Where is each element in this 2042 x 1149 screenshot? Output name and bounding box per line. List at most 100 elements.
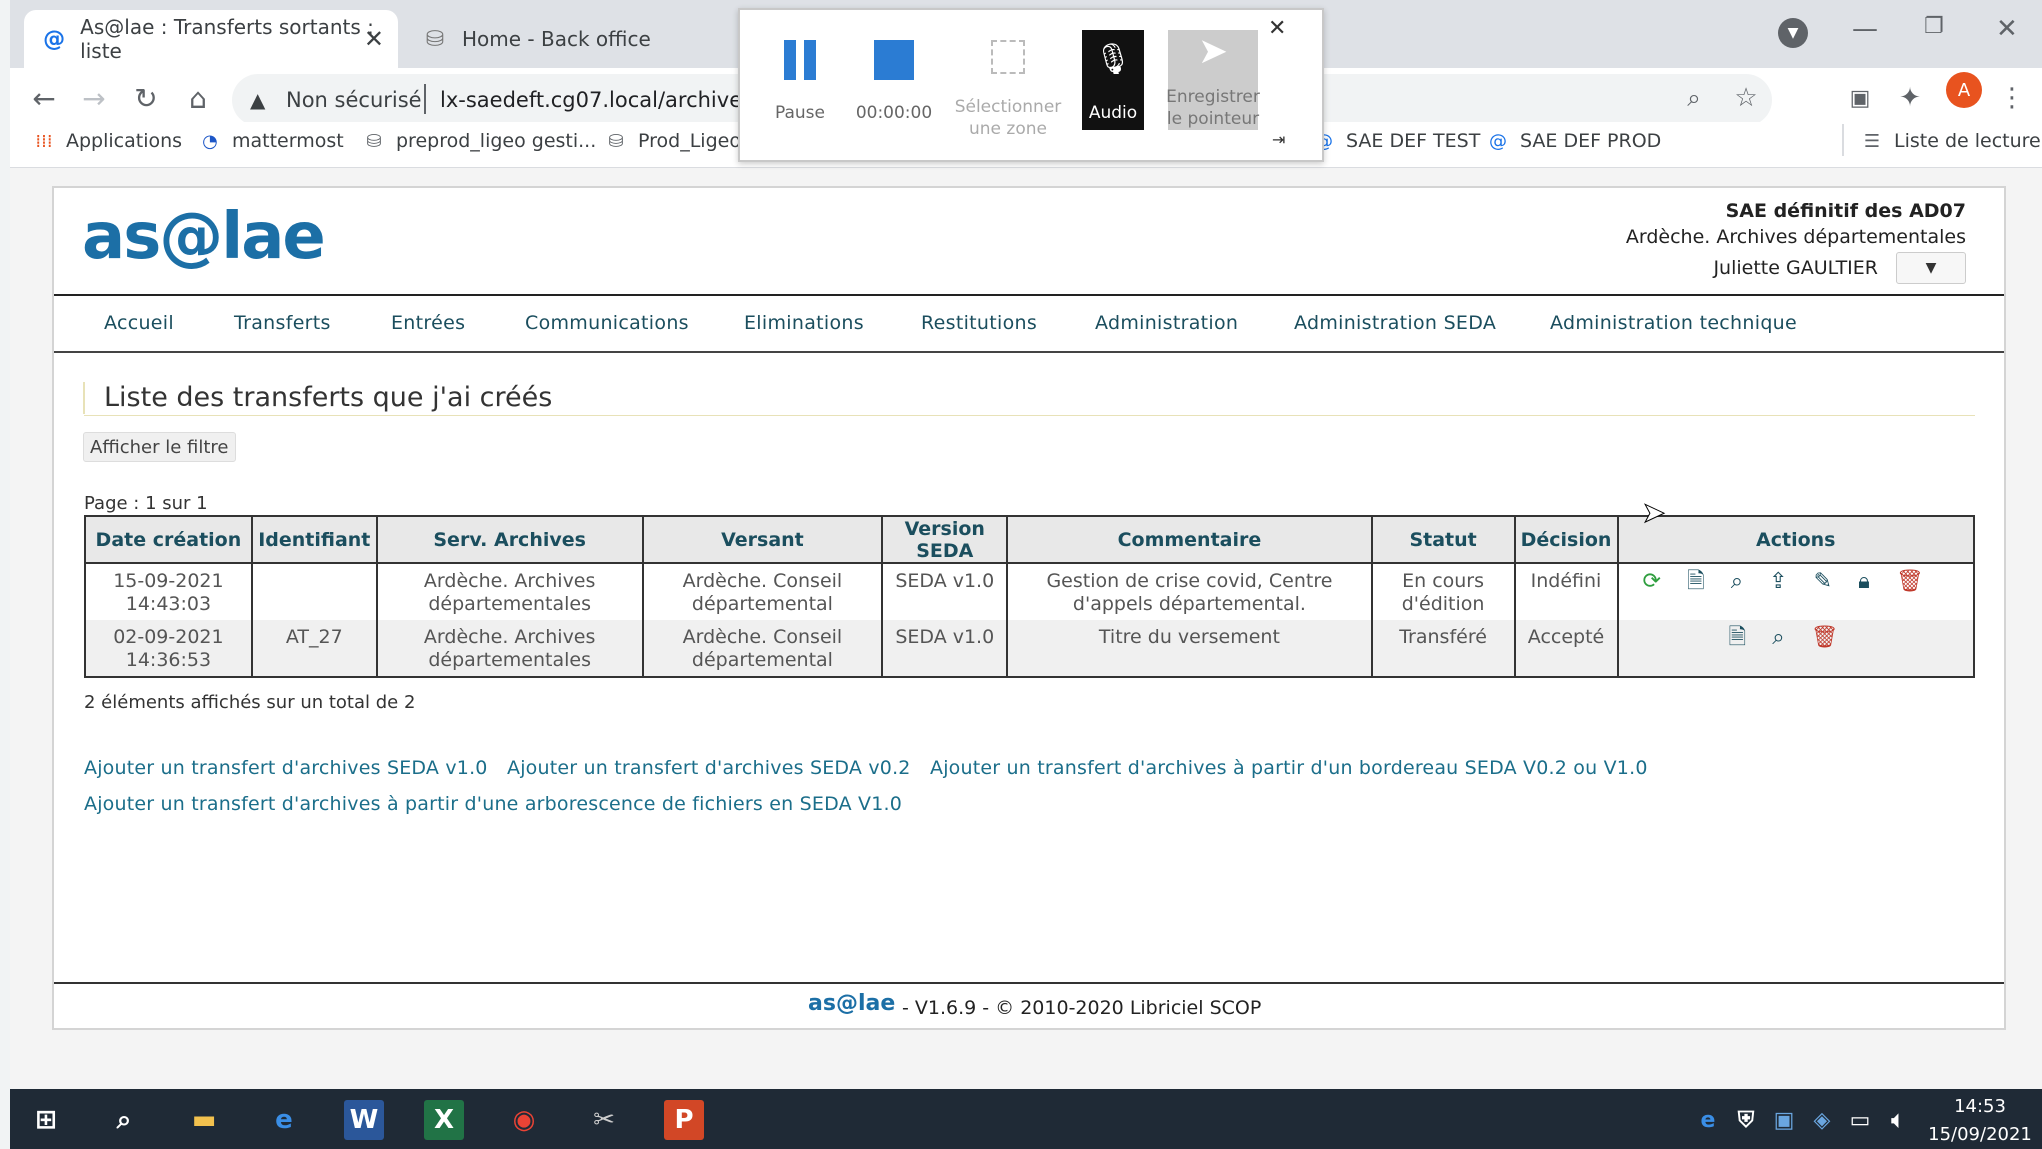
volume-icon[interactable]: 🔈︎: [1878, 1100, 1918, 1140]
powerpoint-icon[interactable]: P: [664, 1100, 704, 1140]
cell-identifiant: [250, 563, 378, 620]
bookmark-star-icon[interactable]: ☆: [1724, 76, 1768, 120]
nav-eliminations[interactable]: Eliminations: [744, 312, 864, 334]
database-icon: ⛁: [608, 130, 624, 152]
add-transfer-arborescence-link[interactable]: Ajouter un transfert d'archives à partir…: [84, 793, 902, 815]
profile-avatar[interactable]: A: [1946, 72, 1982, 108]
record-pointer-button[interactable]: ➤ Enregistrer le pointeur: [1166, 30, 1260, 130]
nav-administration-seda[interactable]: Administration SEDA: [1294, 312, 1496, 334]
refresh-icon[interactable]: ⟳: [1643, 570, 1661, 593]
forward-icon[interactable]: →: [72, 76, 116, 120]
extensions-puzzle-icon[interactable]: ✦: [1888, 76, 1932, 120]
add-transfer-bordereau-link[interactable]: Ajouter un transfert d'archives à partir…: [930, 757, 1648, 779]
search-icon[interactable]: ⌕: [1731, 570, 1743, 593]
reload-icon[interactable]: ↻: [124, 76, 168, 120]
trash-icon[interactable]: 🗑︎: [1811, 626, 1839, 649]
header-version-seda[interactable]: Version SEDA: [881, 515, 1009, 564]
excel-icon[interactable]: X: [424, 1100, 464, 1140]
snipping-tool-icon[interactable]: ✂: [584, 1100, 624, 1140]
select-zone-icon: [991, 30, 1025, 84]
taskbar-search-icon[interactable]: ⌕: [104, 1100, 144, 1140]
menu-kebab-icon[interactable]: ⋮: [1990, 76, 2034, 120]
home-icon[interactable]: ⌂: [176, 76, 220, 120]
close-tab-icon[interactable]: ✕: [364, 25, 384, 53]
tab-back-office[interactable]: ⛁ Home - Back office: [404, 10, 734, 68]
zoom-icon[interactable]: ⌕: [1672, 76, 1716, 120]
clock-time[interactable]: 14:53: [1930, 1096, 2030, 1117]
apps-grid-icon: ⁞⁞⁞: [35, 130, 53, 152]
show-filter-button[interactable]: Afficher le filtre: [83, 432, 236, 462]
bookmark-prod-ligeo[interactable]: ⛁ Prod_Ligeo: [604, 128, 741, 154]
nav-restitutions[interactable]: Restitutions: [921, 312, 1037, 334]
lock-icon[interactable]: 🔒︎: [1858, 570, 1870, 593]
pin-icon[interactable]: ⇥: [1272, 130, 1285, 149]
trash-icon[interactable]: 🗑︎: [1896, 570, 1924, 593]
tab-transferts[interactable]: @ As@lae : Transferts sortants : liste ✕: [24, 10, 398, 68]
header-date-creation[interactable]: Date création: [84, 515, 253, 564]
close-window-icon[interactable]: ✕: [1996, 14, 2018, 44]
add-transfer-seda-v10-link[interactable]: Ajouter un transfert d'archives SEDA v1.…: [84, 757, 488, 779]
chrome-icon[interactable]: ◉: [504, 1100, 544, 1140]
nav-communications[interactable]: Communications: [525, 312, 689, 334]
tab-search-icon[interactable]: ▼: [1778, 18, 1808, 48]
page-title: Liste des transferts que j'ai créés: [104, 382, 553, 413]
close-recorder-icon[interactable]: ✕: [1268, 16, 1286, 41]
url-text[interactable]: lx-saedeft.cg07.local/archivetr: [440, 88, 759, 112]
edit-icon[interactable]: ✎: [1814, 570, 1832, 593]
header-serv-archives[interactable]: Serv. Archives: [375, 515, 644, 564]
header-identifiant[interactable]: Identifiant: [250, 515, 378, 564]
audio-button[interactable]: 🎙︎ Audio: [1082, 30, 1144, 130]
extension-media-icon[interactable]: ▣: [1838, 76, 1882, 120]
add-transfer-seda-v02-link[interactable]: Ajouter un transfert d'archives SEDA v0.…: [507, 757, 911, 779]
bookmark-sae-def-prod[interactable]: @ SAE DEF PROD: [1486, 128, 1661, 154]
word-icon[interactable]: W: [344, 1100, 384, 1140]
stop-button[interactable]: 00:00:00: [848, 30, 940, 140]
windows-start-icon[interactable]: ⊞: [26, 1100, 66, 1140]
nav-administration-technique[interactable]: Administration technique: [1550, 312, 1797, 334]
minimize-icon[interactable]: —: [1852, 14, 1878, 44]
footer-text: - V1.6.9 - © 2010-2020 Libriciel SCOP: [902, 997, 1262, 1019]
cell-status: En cours d'édition: [1370, 563, 1516, 620]
tray-app-icon[interactable]: ▣: [1764, 1100, 1804, 1140]
nav-entrees[interactable]: Entrées: [391, 312, 465, 334]
cell-seda: SEDA v1.0: [881, 620, 1009, 678]
header-versant[interactable]: Versant: [641, 515, 884, 564]
pause-icon: [784, 30, 816, 90]
chevron-down-icon: ▼: [1925, 260, 1937, 276]
nav-transferts[interactable]: Transferts: [234, 312, 331, 334]
header-decision[interactable]: Décision: [1513, 515, 1619, 564]
upload-icon[interactable]: ⇪: [1769, 570, 1787, 593]
internet-explorer-icon[interactable]: e: [264, 1100, 304, 1140]
cell-service: Ardèche. Archives départementales: [375, 563, 644, 620]
header-commentaire[interactable]: Commentaire: [1006, 515, 1373, 564]
security-label[interactable]: Non sécurisé: [286, 88, 422, 112]
tray-ie-icon[interactable]: e: [1688, 1100, 1728, 1140]
file-explorer-icon[interactable]: ▬: [184, 1100, 224, 1140]
transfers-table: Date création Identifiant Serv. Archives…: [84, 515, 1975, 678]
pause-button[interactable]: Pause: [754, 30, 846, 140]
tray-sync-icon[interactable]: ◈: [1802, 1100, 1842, 1140]
asalae-logo[interactable]: as@lae: [82, 200, 326, 274]
document-icon[interactable]: 🗎: [1687, 570, 1705, 593]
clock-date[interactable]: 15/09/2021: [1922, 1124, 2038, 1145]
bookmark-preprod-ligeo[interactable]: ⛁ preprod_ligeo gesti...: [362, 128, 596, 154]
cell-versant: Ardèche. Conseil départemental: [641, 620, 884, 678]
reading-list-button[interactable]: ☰ Liste de lecture: [1860, 128, 2041, 154]
title-accent: [83, 382, 85, 414]
back-icon[interactable]: ←: [22, 76, 66, 120]
restore-icon[interactable]: ❐: [1924, 14, 1944, 39]
select-zone-button[interactable]: Sélectionner une zone: [954, 30, 1062, 140]
bookmark-sae-def-test[interactable]: @ SAE DEF TEST: [1312, 128, 1480, 154]
header-statut[interactable]: Statut: [1370, 515, 1516, 564]
bookmark-mattermost[interactable]: ◔ mattermost: [198, 128, 344, 154]
mouse-cursor-icon: ➤: [1641, 496, 1666, 530]
user-menu-dropdown[interactable]: ▼: [1896, 252, 1966, 284]
network-icon[interactable]: ▭: [1840, 1100, 1880, 1140]
nav-administration[interactable]: Administration: [1095, 312, 1238, 334]
nav-accueil[interactable]: Accueil: [104, 312, 174, 334]
bookmark-applications[interactable]: ⁞⁞⁞ Applications: [32, 128, 182, 154]
warning-icon[interactable]: ▲: [250, 88, 265, 112]
tray-shield-icon[interactable]: ⛨: [1726, 1100, 1766, 1140]
search-icon[interactable]: ⌕: [1772, 626, 1784, 649]
document-icon[interactable]: 🗎: [1729, 626, 1747, 649]
